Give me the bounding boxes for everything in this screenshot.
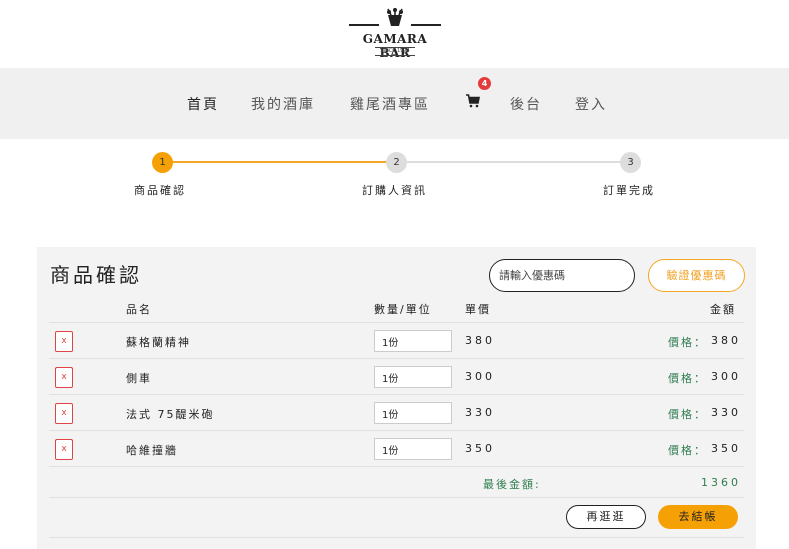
quantity-input[interactable] (374, 438, 452, 460)
brand-logo[interactable]: GAMARA BAR SINCE 1994 (347, 4, 443, 60)
header-name: 品名 (126, 303, 152, 316)
item-name: 法式 75醍米砲 (126, 408, 215, 421)
brand-tagline: SINCE 1994 (375, 47, 415, 56)
item-amount: 380 (711, 334, 741, 347)
item-name: 哈維撞牆 (126, 444, 178, 457)
quantity-input[interactable] (374, 366, 452, 388)
table-row: x 蘇格蘭精神 380 價格： 380 (49, 322, 744, 358)
item-name: 側車 (126, 372, 152, 385)
header-qty: 數量/單位 (374, 303, 432, 316)
coupon-input[interactable] (489, 259, 635, 292)
checkout-button[interactable]: 去結帳 (658, 505, 738, 529)
total-label: 最後金額: (483, 478, 541, 491)
unit-price: 300 (465, 370, 495, 383)
panel-title: 商品確認 (50, 263, 142, 287)
logo-line-left (349, 24, 379, 26)
step-3-label: 訂單完成 (603, 184, 655, 197)
delete-item-button[interactable]: x (55, 331, 73, 352)
total-value: 1360 (701, 476, 741, 489)
price-label: 價格： (668, 372, 707, 385)
logo-line-right (411, 24, 441, 26)
verify-coupon-button[interactable]: 驗證優惠碼 (648, 259, 745, 292)
nav-cocktails[interactable]: 雞尾酒專區 (350, 94, 430, 114)
delete-item-button[interactable]: x (55, 439, 73, 460)
unit-price: 380 (465, 334, 495, 347)
table-row: x 法式 75醍米砲 330 價格： 330 (49, 394, 744, 430)
cocktail-logo-icon (387, 8, 403, 26)
header-amount: 金額 (710, 303, 736, 316)
main-nav: 首頁 我的酒庫 雞尾酒專區 4 後台 登入 (0, 68, 789, 139)
divider (49, 537, 744, 538)
step-1-label: 商品確認 (134, 184, 186, 197)
table-row: x 側車 300 價格： 300 (49, 358, 744, 394)
item-amount: 300 (711, 370, 741, 383)
cart-count-badge: 4 (478, 77, 491, 90)
delete-item-button[interactable]: x (55, 403, 73, 424)
price-label: 價格： (668, 408, 707, 421)
price-label: 價格： (668, 336, 707, 349)
nav-my-cellar[interactable]: 我的酒庫 (251, 94, 315, 114)
cart-panel: 商品確認 驗證優惠碼 品名 數量/單位 單價 金額 x 蘇格蘭精神 380 價格… (37, 247, 756, 549)
step-connector-pending (397, 161, 631, 163)
header-unit-price: 單價 (465, 303, 491, 316)
step-2-label: 訂購人資訊 (362, 184, 427, 197)
item-name: 蘇格蘭精神 (126, 336, 191, 349)
nav-login[interactable]: 登入 (575, 94, 607, 114)
site-header: GAMARA BAR SINCE 1994 (0, 0, 789, 68)
total-row: 最後金額: 1360 (49, 466, 744, 498)
step-1-dot: 1 (152, 152, 173, 173)
unit-price: 350 (465, 442, 495, 455)
item-amount: 350 (711, 442, 741, 455)
unit-price: 330 (465, 406, 495, 419)
table-row: x 哈維撞牆 350 價格： 350 (49, 430, 744, 466)
continue-shopping-button[interactable]: 再逛逛 (566, 505, 646, 529)
nav-admin[interactable]: 後台 (510, 94, 542, 114)
item-amount: 330 (711, 406, 741, 419)
step-2-dot: 2 (386, 152, 407, 173)
quantity-input[interactable] (374, 330, 452, 352)
delete-item-button[interactable]: x (55, 367, 73, 388)
cart-icon[interactable] (466, 94, 480, 108)
step-3-dot: 3 (620, 152, 641, 173)
checkout-progress: 1 2 3 商品確認 訂購人資訊 訂單完成 (0, 140, 789, 220)
quantity-input[interactable] (374, 402, 452, 424)
step-connector-done (162, 161, 397, 163)
price-label: 價格： (668, 444, 707, 457)
nav-home[interactable]: 首頁 (187, 94, 219, 114)
